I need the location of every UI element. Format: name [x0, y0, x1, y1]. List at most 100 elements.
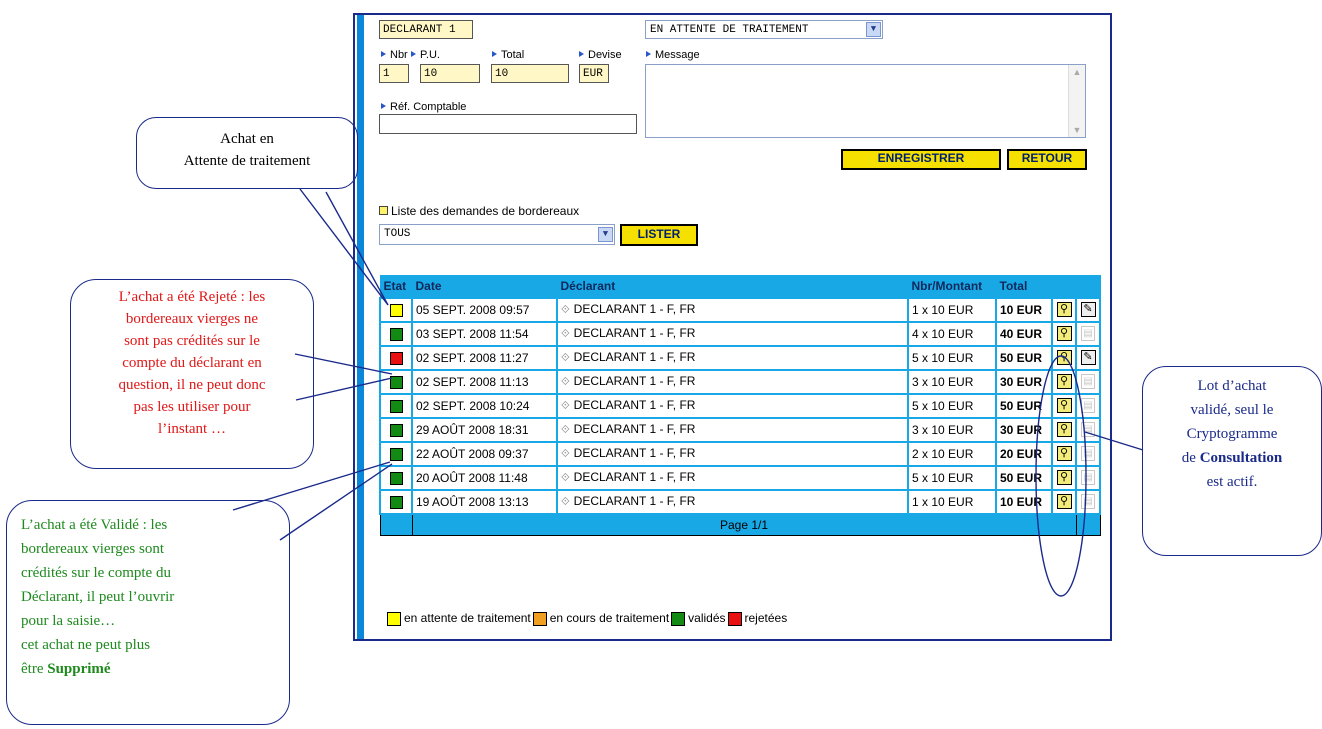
pagination[interactable]: Page 1/1 [411, 513, 1077, 536]
devise-field[interactable]: EUR [579, 64, 609, 83]
table-row[interactable]: 03 SEPT. 2008 11:54 ⟐ DECLARANT 1 - F, FR 4… [379, 320, 1101, 347]
col-consult [1051, 275, 1077, 298]
table-row[interactable]: 22 AOÛT 2008 09:37 ⟐ DECLARANT 1 - F, FR 2 … [379, 440, 1101, 467]
callout-attente: Achat en Attente de traitement [136, 117, 358, 189]
declarant-name: DECLARANT 1 - F, FR [573, 302, 696, 316]
legend-item: en cours de traitement [532, 611, 669, 626]
total-cell: 30 EUR [995, 416, 1053, 443]
declarant-field[interactable]: DECLARANT 1 [379, 20, 473, 39]
edit-cell: ▤ [1075, 440, 1101, 467]
magnifier-icon[interactable]: ⚲ [1056, 374, 1072, 390]
pu-label: P.U. [411, 49, 440, 61]
magnifier-icon[interactable]: ⚲ [1056, 422, 1072, 438]
callout-lot: Lot d’achat validé, seul le Cryptogramme… [1142, 366, 1322, 556]
col-edit [1075, 275, 1101, 298]
date-cell: 03 SEPT. 2008 11:54 [411, 320, 558, 347]
consult-cell: ⚲ [1051, 320, 1077, 347]
total-field[interactable]: 10 [491, 64, 569, 83]
table-row[interactable]: 19 AOÛT 2008 13:13 ⟐ DECLARANT 1 - F, FR 1 … [379, 488, 1101, 515]
callout-text: crédités sur le compte du [21, 565, 171, 581]
total-cell: 50 EUR [995, 392, 1053, 419]
chevron-down-icon[interactable]: ▼ [866, 22, 881, 37]
date-cell: 02 SEPT. 2008 10:24 [411, 392, 558, 419]
magnifier-icon[interactable]: ⚲ [1056, 446, 1072, 462]
edit-disabled-icon: ▤ [1081, 494, 1095, 510]
edit-icon[interactable]: ✎ [1080, 302, 1096, 318]
magnifier-icon[interactable]: ⚲ [1056, 398, 1072, 414]
table-row[interactable]: 02 SEPT. 2008 10:24 ⟐ DECLARANT 1 - F, FR 5… [379, 392, 1101, 419]
declarant-cell: ⟐ DECLARANT 1 - F, FR [556, 464, 909, 491]
magnifier-icon[interactable]: ⚲ [1056, 326, 1072, 342]
status-square [389, 303, 403, 317]
declarant-name: DECLARANT 1 - F, FR [573, 326, 696, 340]
legend-swatch [387, 611, 401, 626]
col-total: Total [995, 275, 1053, 298]
table-row[interactable]: 20 AOÛT 2008 11:48 ⟐ DECLARANT 1 - F, FR 5 … [379, 464, 1101, 491]
nbr-cell: 1 x 10 EUR [907, 296, 997, 323]
magnifier-icon[interactable]: ⚲ [1056, 350, 1072, 366]
declarant-name: DECLARANT 1 - F, FR [573, 350, 696, 364]
filter-select[interactable]: TOUS ▼ [379, 224, 615, 245]
nbr-cell: 4 x 10 EUR [907, 320, 997, 347]
chevron-down-icon[interactable]: ▼ [598, 227, 613, 242]
pu-field[interactable]: 10 [420, 64, 480, 83]
callout-text: être Supprimé [21, 661, 111, 677]
table-row[interactable]: 29 AOÛT 2008 18:31 ⟐ DECLARANT 1 - F, FR 3 … [379, 416, 1101, 443]
scroll-up-icon[interactable]: ▲ [1069, 67, 1085, 77]
declarant-cell: ⟐ DECLARANT 1 - F, FR [556, 392, 909, 419]
back-button[interactable]: RETOUR [1007, 149, 1087, 170]
table-row[interactable]: 05 SEPT. 2008 09:57 ⟐ DECLARANT 1 - F, FR 1… [379, 296, 1101, 323]
declarant-icon: ⟐ [561, 448, 570, 460]
status-square [389, 327, 403, 341]
declarant-icon: ⟐ [561, 496, 570, 508]
legend-label: validés [688, 611, 726, 625]
consult-cell: ⚲ [1051, 392, 1077, 419]
scroll-down-icon[interactable]: ▼ [1069, 125, 1085, 135]
callout-text: Lot d’achat [1197, 378, 1267, 394]
message-scrollbar[interactable]: ▲ ▼ [1068, 65, 1085, 137]
window-side-bar [357, 15, 364, 639]
legend-item: en attente de traitement [387, 611, 531, 626]
callout-text: L’achat a été Validé : les [21, 517, 168, 533]
col-date: Date [411, 275, 558, 298]
status-cell [379, 464, 413, 491]
edit-cell: ▤ [1075, 416, 1101, 443]
magnifier-icon[interactable]: ⚲ [1056, 302, 1072, 318]
edit-icon[interactable]: ✎ [1080, 350, 1096, 366]
date-cell: 02 SEPT. 2008 11:13 [411, 368, 558, 395]
list-button[interactable]: LISTER [620, 224, 698, 246]
edit-disabled-icon: ▤ [1081, 422, 1095, 438]
message-textarea[interactable]: ▲ ▼ [645, 64, 1086, 138]
callout-text: pas les utiliser pour [133, 399, 251, 415]
status-select[interactable]: EN ATTENTE DE TRAITEMENT ▼ [645, 20, 883, 39]
declarant-name: DECLARANT 1 - F, FR [573, 398, 696, 412]
total-cell: 10 EUR [995, 488, 1053, 515]
ref-field[interactable] [379, 114, 637, 134]
status-cell [379, 440, 413, 467]
callout-text: validé, seul le [1190, 402, 1274, 418]
table-row[interactable]: 02 SEPT. 2008 11:13 ⟐ DECLARANT 1 - F, FR 3… [379, 368, 1101, 395]
date-cell: 22 AOÛT 2008 09:37 [411, 440, 558, 467]
edit-disabled-icon: ▤ [1081, 326, 1095, 342]
save-button[interactable]: ENREGISTRER [841, 149, 1001, 170]
total-cell: 50 EUR [995, 344, 1053, 371]
col-declarant: Déclarant [556, 275, 909, 298]
table-row[interactable]: 02 SEPT. 2008 11:27 ⟐ DECLARANT 1 - F, FR 5… [379, 344, 1101, 371]
legend-item: validés [671, 611, 726, 626]
filter-select-value: TOUS [384, 228, 411, 240]
status-square [389, 375, 403, 389]
magnifier-icon[interactable]: ⚲ [1056, 470, 1072, 486]
orders-table: Etat Date Déclarant Nbr/Montant Total 05… [379, 275, 1101, 536]
nbr-cell: 1 x 10 EUR [907, 488, 997, 515]
nbr-field[interactable]: 1 [379, 64, 409, 83]
legend-item: rejetées [727, 611, 787, 626]
bullet-icon [379, 206, 388, 215]
magnifier-icon[interactable]: ⚲ [1056, 494, 1072, 510]
declarant-cell: ⟐ DECLARANT 1 - F, FR [556, 296, 909, 323]
declarant-name: DECLARANT 1 - F, FR [573, 374, 696, 388]
nbr-cell: 3 x 10 EUR [907, 416, 997, 443]
declarant-icon: ⟐ [561, 352, 570, 364]
table-header-row: Etat Date Déclarant Nbr/Montant Total [379, 275, 1101, 298]
date-cell: 02 SEPT. 2008 11:27 [411, 344, 558, 371]
total-cell: 50 EUR [995, 464, 1053, 491]
